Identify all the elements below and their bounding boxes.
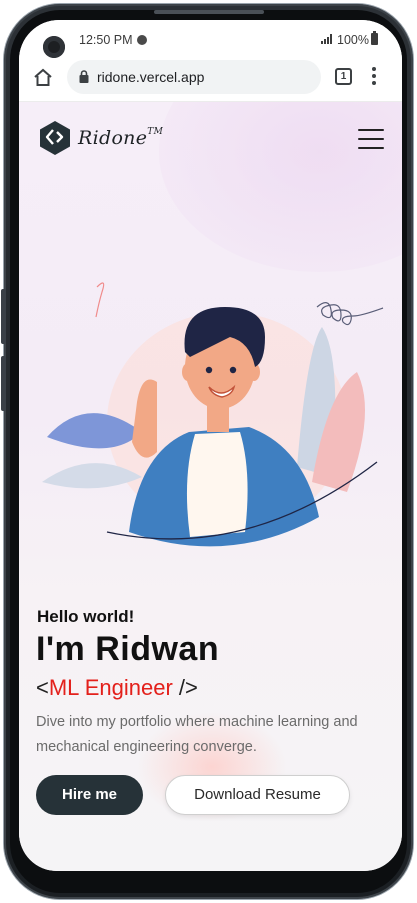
address-url[interactable]: ridone.vercel.app (97, 69, 204, 85)
webpage: RidoneTM Hello world! I'm Ridwan <ML Eng… (19, 102, 402, 871)
hero-name: I'm Ridwan (36, 630, 220, 668)
battery-percent: 100% (337, 33, 369, 47)
lock-icon (79, 70, 89, 83)
hero-illustration (42, 282, 384, 547)
background-blob-top (159, 102, 402, 272)
status-bar: 12:50 PM 100% (19, 20, 402, 60)
hire-me-button[interactable]: Hire me (36, 775, 143, 815)
brand-name: RidoneTM (78, 127, 164, 149)
tabs-icon[interactable]: 1 (335, 68, 352, 85)
logo-mark-icon (40, 121, 70, 155)
hero-tagline: Dive into my portfolio where machine lea… (36, 714, 358, 755)
download-resume-button[interactable]: Download Resume (165, 775, 350, 815)
menu-icon[interactable] (358, 129, 384, 149)
phone-volume-down (1, 356, 6, 411)
hero-greeting: Hello world! (37, 607, 135, 626)
browser-toolbar: ridone.vercel.app 1 (19, 60, 402, 102)
spotify-icon (137, 35, 147, 45)
brand-tm: TM (147, 127, 164, 137)
signal-icon (321, 34, 332, 44)
phone-screen: 12:50 PM 100% ridone.vercel.app 1 Ridone… (19, 20, 402, 871)
phone-speaker (154, 10, 264, 14)
front-camera (43, 36, 65, 58)
address-bar[interactable]: ridone.vercel.app (67, 60, 321, 94)
hero-role: <ML Engineer /> (36, 675, 198, 701)
role-close-tag: /> (172, 675, 198, 700)
role-open-tag: < (36, 675, 49, 700)
role-title: ML Engineer (48, 675, 173, 700)
more-vert-icon[interactable] (371, 67, 377, 87)
site-logo[interactable]: RidoneTM (38, 120, 163, 156)
status-time: 12:50 PM (79, 33, 133, 47)
battery-icon (371, 31, 378, 45)
home-icon[interactable] (33, 68, 53, 88)
phone-volume-up (1, 289, 6, 344)
